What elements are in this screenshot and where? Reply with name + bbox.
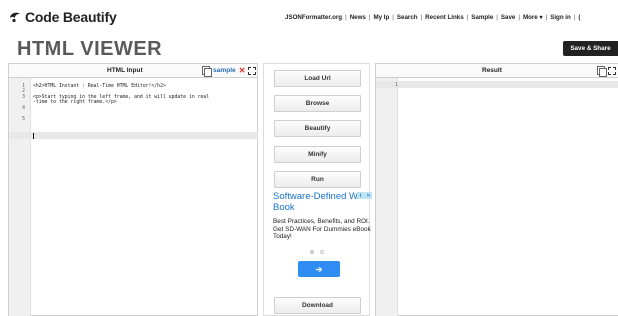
load-url-button[interactable]: Load Url [274,70,361,87]
code-beautify-logo-icon [8,10,22,24]
line-number: 1 [395,83,398,88]
ad-body: Best Practices, Benefits, and ROI. Get S… [273,218,371,241]
nav-jsonformatter[interactable]: JSONFormatter.org [285,14,342,21]
html-input-toolbar: sample ✕ [202,66,257,77]
text-cursor [33,133,34,139]
html-input-header: HTML Input sample ✕ [9,64,257,78]
result-header: Result [376,64,618,78]
download-button[interactable]: Download [274,297,361,314]
beautify-button[interactable]: Beautify [274,120,361,137]
code-content[interactable]: <h2>HTML Instant : Real-Time HTML Editor… [33,84,257,116]
nav-search[interactable]: Search [397,14,418,21]
copy-icon[interactable] [202,66,212,77]
nav-recent-links[interactable]: Recent Links [425,14,464,21]
nav-separator: | [545,14,548,21]
sample-link[interactable]: sample [213,67,236,74]
html-input-title: HTML Input [107,67,143,74]
advertisement[interactable]: Software-Defined WAN Book i ✕ Best Pract… [273,191,373,281]
nav-separator: | [466,14,469,21]
line-number: 5 [22,117,25,123]
line-number: 4 [22,105,25,111]
close-icon[interactable]: ✕ [239,66,246,75]
expand-icon[interactable] [608,66,616,75]
nav-separator: | [518,14,520,21]
minify-button[interactable]: Minify [274,146,361,163]
top-navigation: JSONFormatter.org | News | My Ip | Search | … [285,14,580,21]
nav-separator: | [496,14,498,21]
expand-icon[interactable] [248,66,257,75]
line-numbers: 1 2 3 4 5 [9,84,25,122]
carousel-dot[interactable] [310,250,314,254]
nav-separator: | [368,14,371,21]
nav-sign-in[interactable]: Sign in [550,14,571,21]
save-share-button[interactable]: Save & Share [563,41,618,56]
run-button[interactable]: Run [274,171,361,188]
result-title: Result [482,67,502,74]
nav-sample[interactable]: Sample [471,14,493,21]
brand-logo[interactable]: Code Beautify [8,9,117,25]
ad-go-button[interactable]: ➔ [298,261,340,277]
line-numbers: 1 [382,83,398,88]
page-title: HTML VIEWER [17,38,163,60]
active-line-highlight [9,132,258,139]
line-number-gutter [376,78,398,316]
html-input-panel: HTML Input sample ✕ 1 2 3 4 5 <h2>HTML I… [8,63,258,316]
nav-my-ip[interactable]: My Ip [373,14,389,21]
result-toolbar [597,66,616,77]
ad-close-icon[interactable]: ✕ [365,192,372,199]
copy-icon[interactable] [597,66,607,77]
html-input-editor[interactable]: 1 2 3 4 5 <h2>HTML Instant : Real-Time H… [9,78,258,316]
nav-more-dropdown[interactable]: More ▾ [523,14,543,21]
arrow-right-icon: ➔ [315,264,323,274]
nav-separator: | [420,14,423,21]
active-line-highlight [376,81,618,88]
ad-badge: i ✕ [357,192,372,199]
browse-button[interactable]: Browse [274,95,361,112]
nav-news[interactable]: News [350,14,366,21]
result-panel: Result 1 [375,63,618,316]
brand-name: Code Beautify [25,9,117,25]
top-bar: Code Beautify JSONFormatter.org | News | M… [0,0,618,36]
nav-separator: | [392,14,394,21]
nav-separator: | [573,14,576,21]
ad-info-icon[interactable]: i [357,192,364,199]
ad-carousel-dots [310,250,324,254]
nav-overflow[interactable]: ( [578,14,580,21]
nav-save[interactable]: Save [501,14,515,21]
result-output[interactable]: 1 [376,78,618,316]
carousel-dot[interactable] [320,250,324,254]
nav-separator: | [345,14,347,21]
